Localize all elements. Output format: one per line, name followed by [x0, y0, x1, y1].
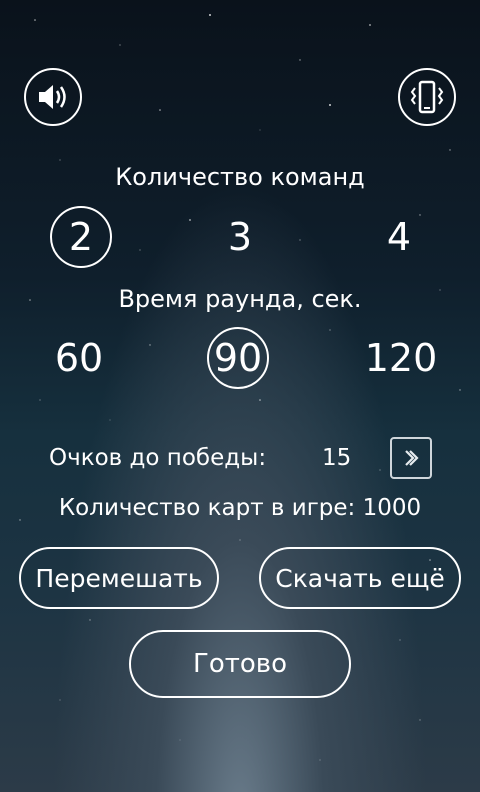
round-time-option-90[interactable]: 90 [207, 327, 269, 389]
points-to-win-value: 15 [322, 445, 352, 471]
teams-option-3[interactable]: 3 [209, 206, 271, 268]
teams-option-2[interactable]: 2 [50, 206, 112, 268]
teams-option-4[interactable]: 4 [368, 206, 430, 268]
chevron-right-icon [405, 450, 419, 466]
vibrate-phone-icon [410, 80, 444, 114]
points-increase-button[interactable] [390, 437, 432, 479]
speaker-icon [39, 85, 66, 109]
round-time-option-120[interactable]: 120 [365, 327, 438, 389]
round-time-label: Время раунда, сек. [118, 285, 362, 313]
points-to-win-label: Очков до победы: [49, 445, 267, 471]
done-button[interactable]: Готово [129, 630, 351, 698]
sound-toggle-button[interactable] [24, 68, 82, 126]
cards-in-game-label: Количество карт в игре: 1000 [58, 495, 422, 521]
teams-count-label: Количество команд [115, 163, 365, 191]
round-time-option-60[interactable]: 60 [48, 327, 110, 389]
vibration-toggle-button[interactable] [398, 68, 456, 126]
download-more-button[interactable]: Скачать ещё [259, 547, 461, 609]
shuffle-button[interactable]: Перемешать [19, 547, 219, 609]
